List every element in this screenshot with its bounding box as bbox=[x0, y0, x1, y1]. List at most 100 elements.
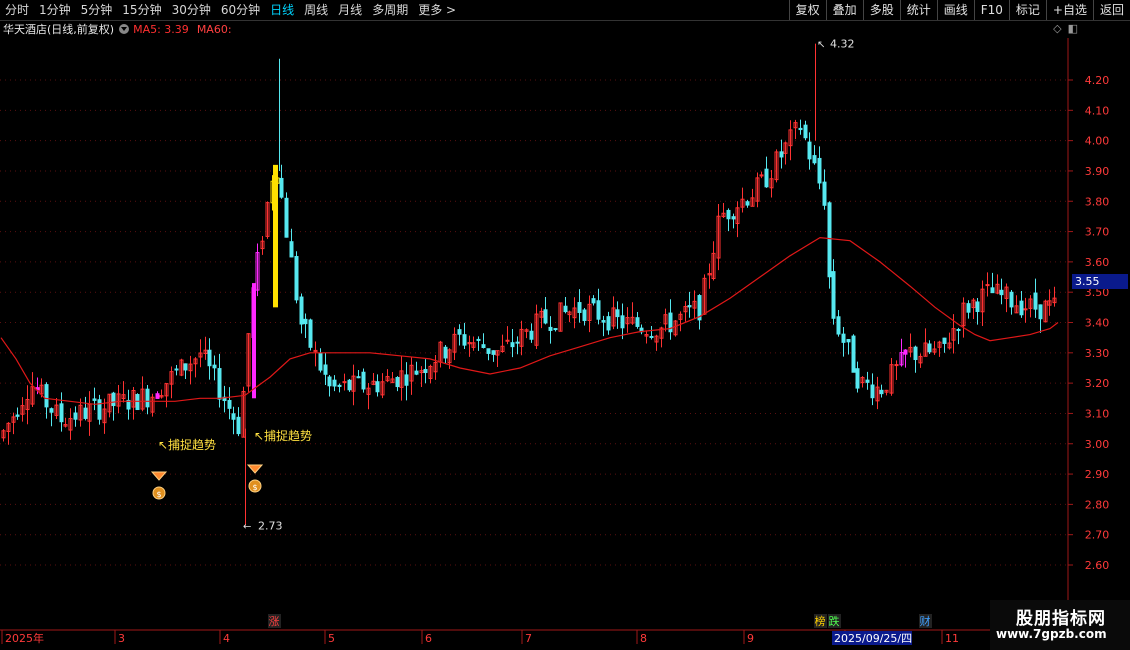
candle-body-212 bbox=[1019, 300, 1024, 316]
candlesticks[interactable] bbox=[1, 43, 1057, 526]
candle-body-125 bbox=[601, 320, 606, 323]
ma60-line bbox=[0, 236, 1059, 405]
candle-body-135 bbox=[649, 335, 654, 338]
candle-body-69 bbox=[332, 379, 337, 387]
ma60-label: MA60: bbox=[196, 22, 232, 36]
candle-body-210 bbox=[1009, 291, 1014, 308]
toolbar-button-8[interactable]: 返回 bbox=[1092, 0, 1130, 20]
candle-body-19 bbox=[92, 398, 97, 401]
y-tick-label-4: 3.80 bbox=[1085, 195, 1110, 208]
candle-body-201 bbox=[966, 303, 971, 313]
toolbar-button-6[interactable]: 标记 bbox=[1008, 0, 1046, 20]
corner-icons: ◇ ◧ bbox=[1053, 22, 1078, 35]
marker-3: 财 bbox=[920, 614, 931, 628]
ma5-value: MA5: 3.39 bbox=[133, 22, 189, 36]
candle-body-178 bbox=[855, 368, 860, 389]
x-label-0: 2025年 bbox=[5, 631, 44, 645]
candle-body-152 bbox=[731, 216, 736, 220]
low-price-label: 2.73 bbox=[258, 520, 283, 533]
x-label-4: 6 bbox=[425, 632, 432, 645]
candle-body-74 bbox=[356, 376, 361, 379]
y-tick-label-12: 3.00 bbox=[1085, 438, 1110, 451]
candle-body-66 bbox=[318, 352, 323, 371]
watermark: 股朋指标网 www.7gpzb.com bbox=[990, 600, 1130, 650]
candle-body-190 bbox=[913, 346, 918, 361]
y-axis-ticks: 4.204.104.003.903.803.703.603.503.403.30… bbox=[1068, 74, 1109, 572]
period-tab-0[interactable]: 分时 bbox=[0, 0, 34, 20]
kline-chart[interactable]: 4.204.104.003.903.803.703.603.503.403.30… bbox=[0, 0, 1130, 650]
candle-body-99 bbox=[476, 338, 481, 341]
candle-body-107 bbox=[515, 341, 520, 344]
current-price-badge: 3.55 bbox=[1072, 274, 1128, 289]
candle-body-44 bbox=[212, 364, 217, 369]
candle-body-183 bbox=[879, 389, 884, 395]
candle-body-106 bbox=[510, 342, 515, 348]
candle-body-126 bbox=[606, 316, 611, 331]
candle-body-36 bbox=[174, 368, 179, 371]
candle-body-71 bbox=[342, 381, 347, 384]
period-tab-10[interactable]: 更多 > bbox=[413, 0, 461, 20]
y-tick-label-10: 3.20 bbox=[1085, 377, 1110, 390]
x-label-9: 11 bbox=[945, 632, 959, 645]
candle-body-170 bbox=[817, 157, 822, 184]
y-tick-label-0: 4.20 bbox=[1085, 74, 1110, 87]
candle-body-61 bbox=[294, 255, 299, 301]
candle-body-193 bbox=[927, 343, 932, 353]
toolbar-button-1[interactable]: 叠加 bbox=[825, 0, 863, 20]
diamond-outline-icon[interactable]: ◇ bbox=[1053, 22, 1061, 35]
x-label-7: 9 bbox=[747, 632, 754, 645]
period-tab-8[interactable]: 月线 bbox=[333, 0, 367, 20]
candle-body-168 bbox=[807, 141, 812, 160]
x-label-6: 8 bbox=[640, 632, 647, 645]
top-toolbar: 分时 1分钟 5分钟 15分钟 30分钟 60分钟 日线 周线 月线 多周期 更多 > 复权 叠加 多股… bbox=[0, 0, 1130, 21]
candle-body-181 bbox=[870, 384, 875, 399]
toolbar-button-3[interactable]: 统计 bbox=[899, 0, 937, 20]
money-bag-glyph-0: $ bbox=[156, 490, 161, 499]
candle-body-17 bbox=[83, 407, 88, 419]
money-bag-glyph-1: $ bbox=[252, 483, 257, 492]
candle-body-151 bbox=[726, 209, 731, 220]
period-tab-9[interactable]: 多周期 bbox=[367, 0, 413, 20]
candle-body-102 bbox=[491, 350, 496, 355]
y-tick-label-5: 3.70 bbox=[1085, 226, 1110, 239]
period-tab-4[interactable]: 30分钟 bbox=[167, 0, 216, 20]
toolbar-button-4[interactable]: 画线 bbox=[936, 0, 974, 20]
candle-body-155 bbox=[745, 201, 750, 206]
period-tab-1[interactable]: 1分钟 bbox=[34, 0, 76, 20]
y-tick-label-3: 3.90 bbox=[1085, 165, 1110, 178]
y-tick-label-1: 4.10 bbox=[1085, 104, 1110, 117]
toolbar-button-7[interactable]: +自选 bbox=[1045, 0, 1093, 20]
high-price-label: 4.32 bbox=[830, 38, 855, 51]
candle-body-123 bbox=[591, 298, 596, 304]
y-tick-label-11: 3.10 bbox=[1085, 407, 1110, 420]
candle-body-72 bbox=[347, 379, 352, 391]
candle-body-49 bbox=[236, 416, 241, 435]
candle-body-128 bbox=[615, 309, 620, 318]
candle-body-64 bbox=[308, 319, 313, 348]
candle-body-38 bbox=[183, 363, 188, 371]
panel-toggle-icon[interactable]: ◧ bbox=[1068, 22, 1078, 35]
y-tick-label-16: 2.60 bbox=[1085, 559, 1110, 572]
dropdown-circle-icon[interactable] bbox=[119, 24, 130, 34]
candle-body-143 bbox=[687, 305, 692, 308]
toolbar-button-2[interactable]: 多股 bbox=[862, 0, 900, 20]
candle-body-9 bbox=[44, 384, 49, 408]
candle-body-10 bbox=[49, 408, 54, 413]
period-tab-6[interactable]: 日线 bbox=[265, 0, 299, 20]
candle-body-203 bbox=[975, 301, 980, 313]
y-tick-label-6: 3.60 bbox=[1085, 256, 1110, 269]
candle-body-78 bbox=[375, 381, 380, 393]
stock-name[interactable]: 华天酒店(日线,前复权) bbox=[3, 21, 114, 37]
period-tab-7[interactable]: 周线 bbox=[299, 0, 333, 20]
period-tab-2[interactable]: 5分钟 bbox=[76, 0, 118, 20]
candle-body-58 bbox=[279, 177, 284, 198]
toolbar-buttons: 复权 叠加 多股 统计 画线 F10 标记 +自选 返回 bbox=[788, 0, 1130, 20]
candle-body-172 bbox=[827, 202, 832, 278]
y-tick-label-15: 2.70 bbox=[1085, 529, 1110, 542]
toolbar-button-5[interactable]: F10 bbox=[973, 0, 1009, 20]
toolbar-button-0[interactable]: 复权 bbox=[788, 0, 826, 20]
period-tab-5[interactable]: 60分钟 bbox=[216, 0, 265, 20]
period-tab-3[interactable]: 15分钟 bbox=[117, 0, 166, 20]
candle-body-171 bbox=[822, 181, 827, 206]
stock-info-bar: 华天酒店(日线,前复权) MA5: 3.39 MA60: bbox=[0, 21, 232, 37]
